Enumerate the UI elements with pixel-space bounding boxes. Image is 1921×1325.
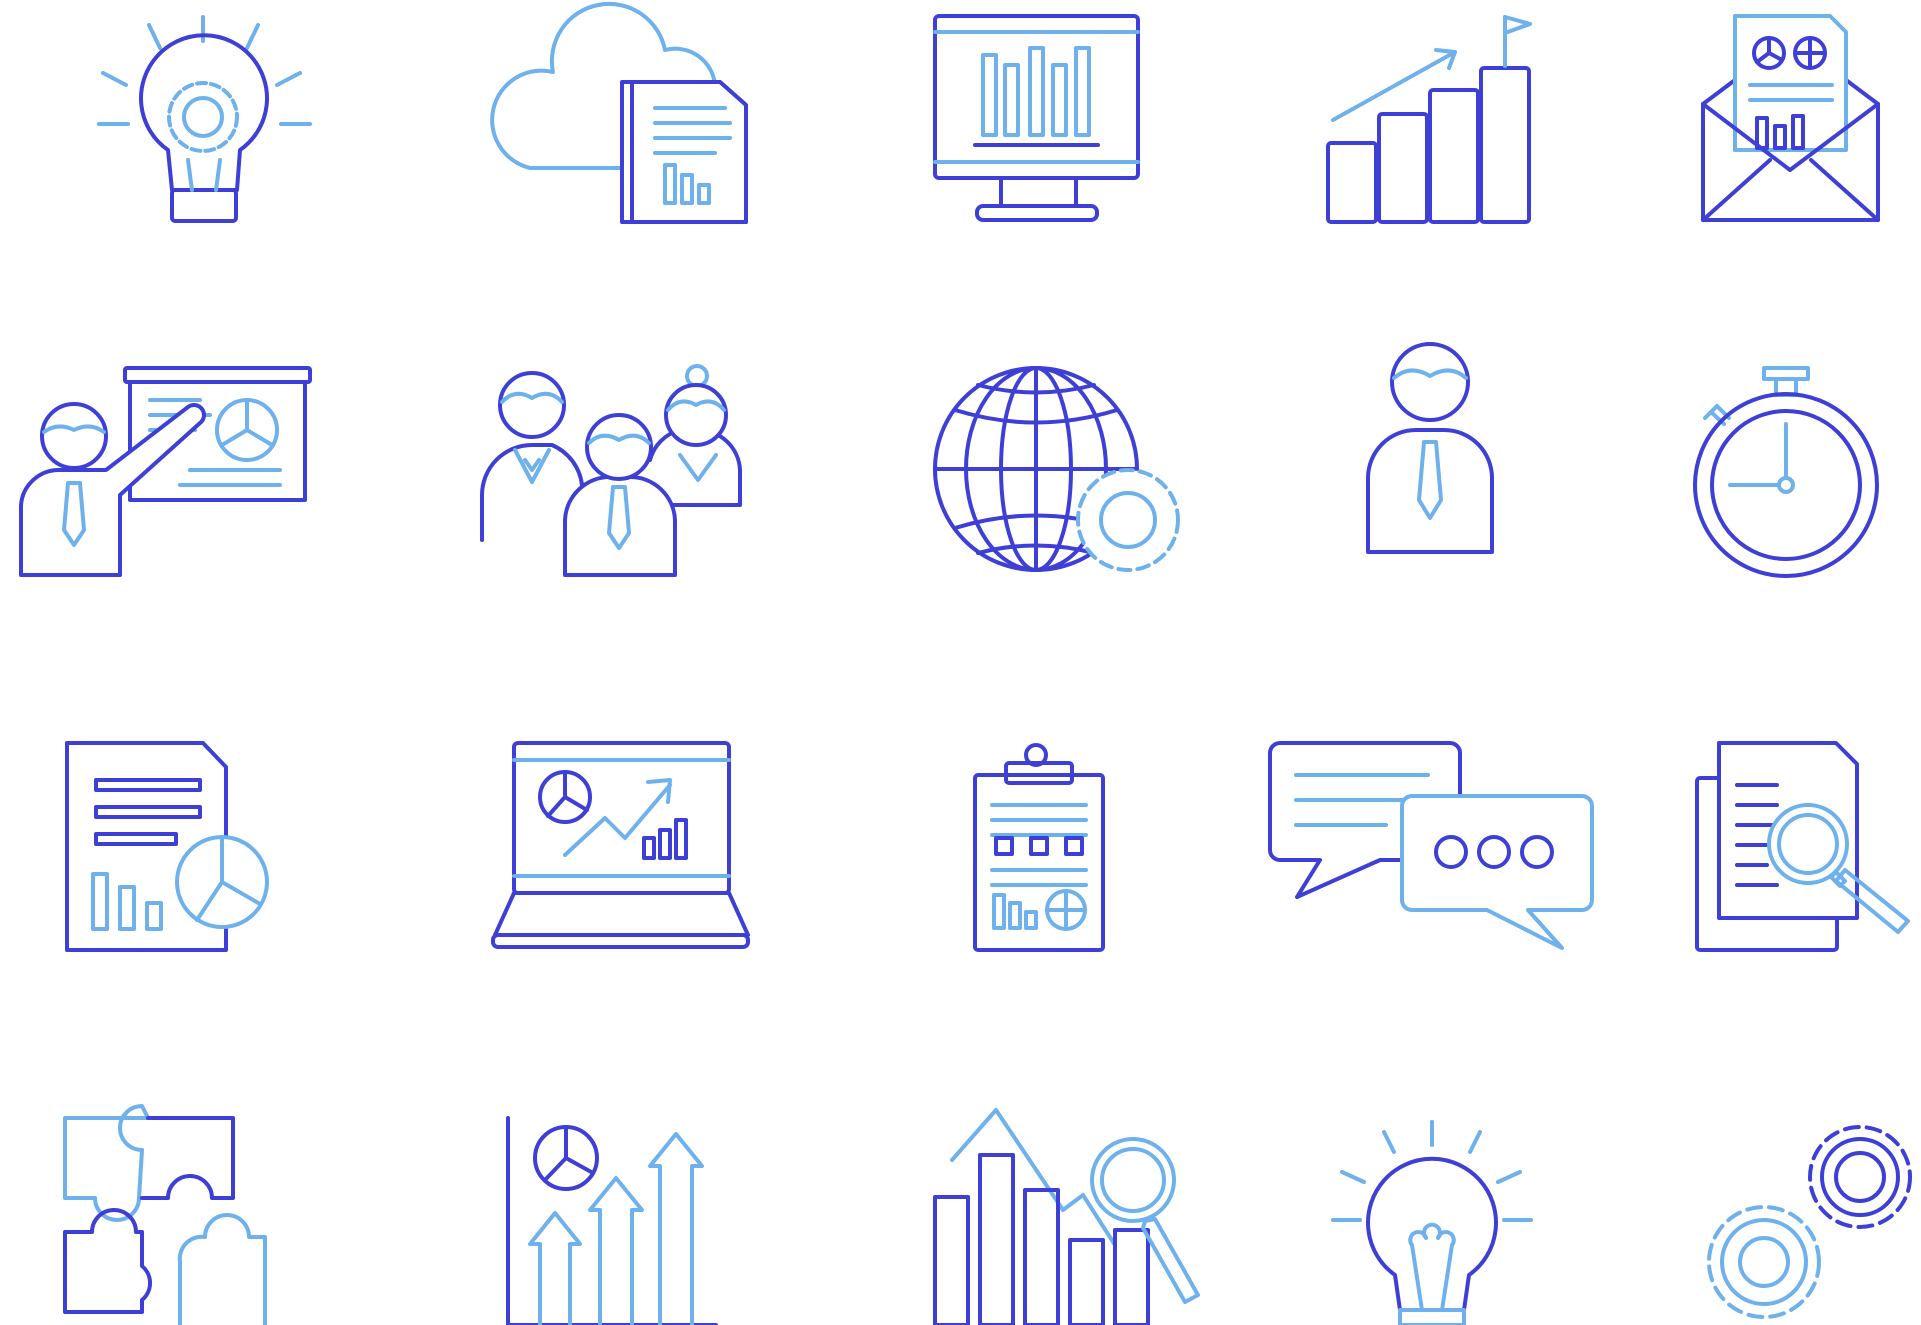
- businessman-icon: [1366, 342, 1494, 554]
- document-report-icon: [65, 741, 269, 952]
- envelope-report-icon: [1701, 14, 1880, 222]
- chart-magnifier-icon: [933, 1108, 1200, 1325]
- monitor-chart-icon: [933, 14, 1140, 222]
- lightbulb-icon: [1331, 1120, 1533, 1325]
- clipboard-report-icon: [973, 743, 1105, 952]
- cloud-document-icon: [490, 1, 748, 224]
- globe-gear-icon: [933, 366, 1180, 572]
- document-search-icon: [1695, 741, 1910, 952]
- team-icon: [480, 364, 742, 577]
- puzzle-icon: [63, 1104, 267, 1325]
- growth-arrows-icon: [506, 1116, 718, 1325]
- lightbulb-gear-icon: [97, 15, 312, 223]
- chat-bubbles-icon: [1268, 741, 1594, 950]
- laptop-analytics-icon: [491, 741, 750, 949]
- icon-grid: [19, 1, 1912, 1325]
- gears-icon: [1707, 1125, 1912, 1319]
- presentation-icon: [19, 366, 312, 577]
- stopwatch-icon: [1693, 366, 1879, 578]
- growth-flag-icon: [1326, 15, 1532, 224]
